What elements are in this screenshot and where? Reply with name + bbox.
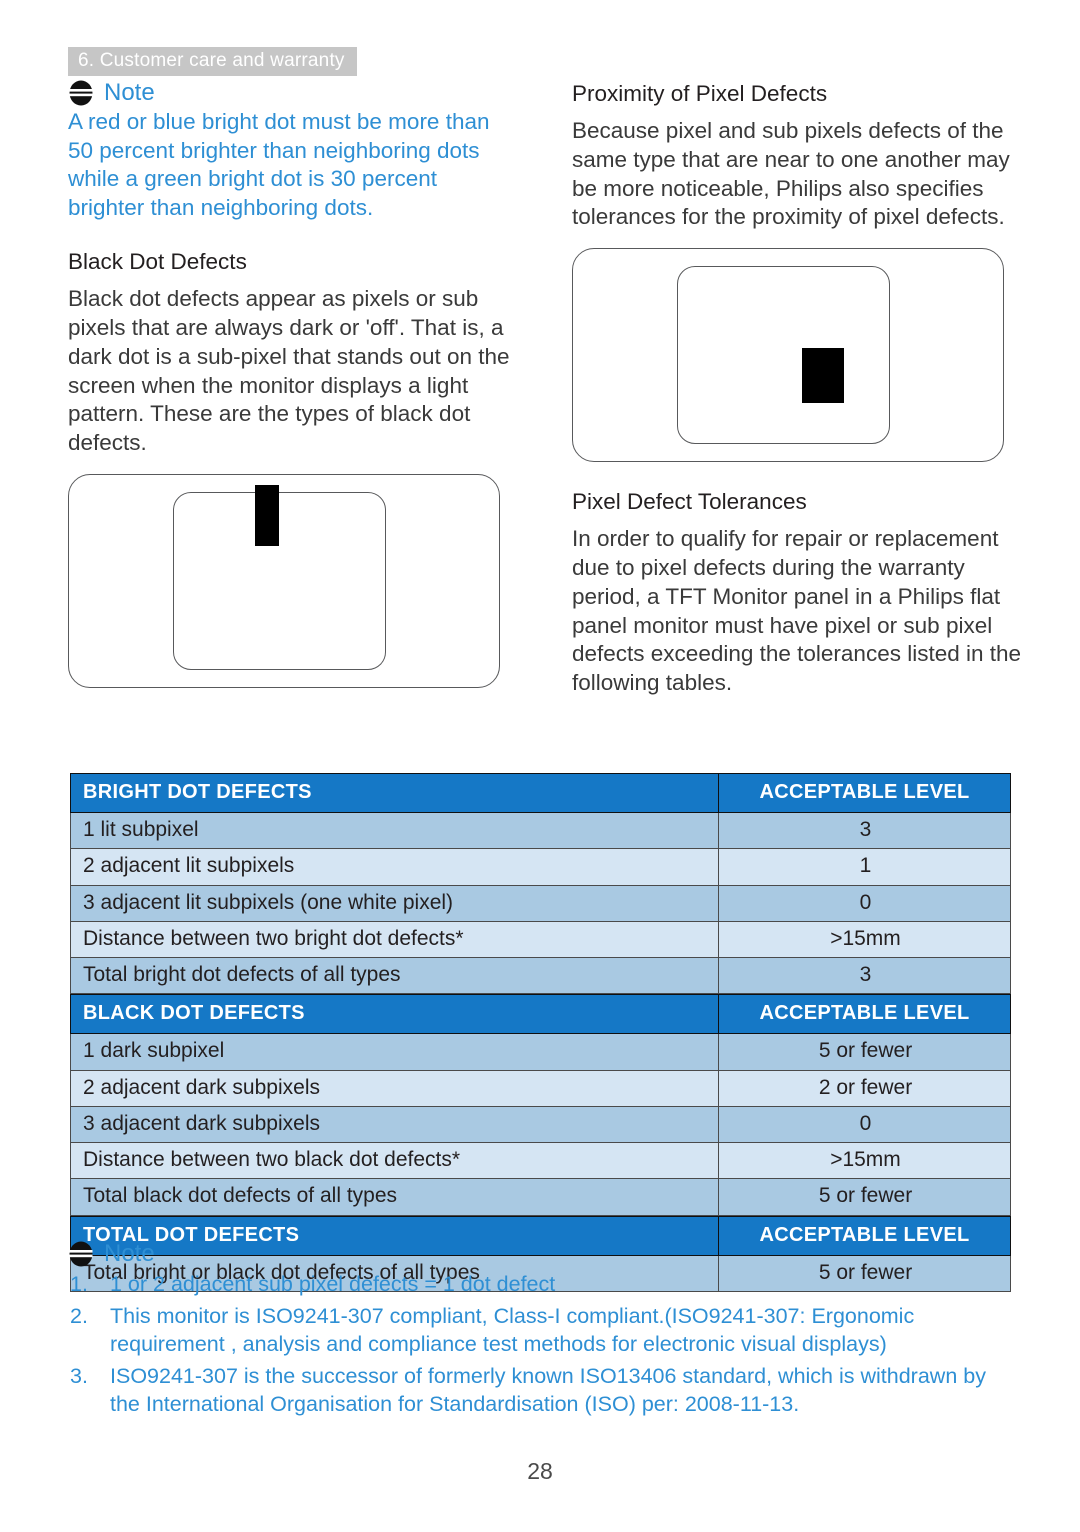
row-value: 0 <box>718 884 1011 922</box>
list-item-number: 2. <box>70 1303 88 1328</box>
row-label: 2 adjacent dark subpixels <box>70 1069 719 1107</box>
document-page: 6. Customer care and warranty Note A red… <box>0 0 1080 1532</box>
note-icon <box>69 1241 93 1267</box>
row-value: 3 <box>718 811 1011 850</box>
defect-dot-marker <box>802 348 844 404</box>
footer-note-list: 1. 1 or 2 adjacent sub pixel defects = 1… <box>68 1271 1018 1419</box>
row-label: Distance between two black dot defects* <box>70 1141 719 1180</box>
bright-dot-defects-table: BRIGHT DOT DEFECTS ACCEPTABLE LEVEL 1 li… <box>70 773 1011 995</box>
row-value: 5 or fewer <box>718 1178 1011 1216</box>
black-dot-defects-table: BLACK DOT DEFECTS ACCEPTABLE LEVEL 1 dar… <box>70 994 1011 1216</box>
table-header-category: BLACK DOT DEFECTS <box>70 994 719 1035</box>
table-row: Total bright dot defects of all types 3 <box>70 956 1011 995</box>
list-item-text: ISO9241-307 is the successor of formerly… <box>110 1363 986 1416</box>
table-header-level: ACCEPTABLE LEVEL <box>718 994 1011 1035</box>
table-row: 3 adjacent dark subpixels 0 <box>70 1105 1011 1144</box>
tolerances-heading: Pixel Defect Tolerances <box>572 489 807 515</box>
monitor-inner-screen <box>677 266 890 445</box>
page-number: 28 <box>527 1458 553 1484</box>
note-label: Note <box>104 79 155 106</box>
proximity-figure <box>572 248 1004 463</box>
right-column: Proximity of Pixel Defects Because pixel… <box>572 80 1022 698</box>
table-row: 1 lit subpixel 3 <box>70 811 1011 850</box>
list-item: 1. 1 or 2 adjacent sub pixel defects = 1… <box>68 1271 1018 1299</box>
row-label: 2 adjacent lit subpixels <box>70 848 719 886</box>
defect-dot-marker <box>255 485 279 547</box>
list-item: 2. This monitor is ISO9241-307 compliant… <box>68 1303 1018 1359</box>
defect-tolerance-tables: BRIGHT DOT DEFECTS ACCEPTABLE LEVEL 1 li… <box>70 773 1011 1292</box>
proximity-heading: Proximity of Pixel Defects <box>572 81 828 106</box>
row-label: 1 lit subpixel <box>70 811 719 850</box>
table-header-category: BRIGHT DOT DEFECTS <box>70 773 719 813</box>
note-text: A red or blue bright dot must be more th… <box>68 109 490 220</box>
row-label: 1 dark subpixel <box>70 1033 719 1071</box>
proximity-paragraph: Because pixel and sub pixels defects of … <box>572 118 1010 230</box>
row-label: Total black dot defects of all types <box>70 1178 719 1216</box>
black-dot-defects-paragraph: Black dot defects appear as pixels or su… <box>68 286 510 456</box>
list-item: 3. ISO9241-307 is the successor of forme… <box>68 1363 1018 1419</box>
list-item-number: 3. <box>70 1363 88 1388</box>
tolerances-paragraph: In order to qualify for repair or replac… <box>572 526 1022 696</box>
table-row: 1 dark subpixel 5 or fewer <box>70 1033 1011 1071</box>
footer-note-header: Note <box>68 1241 1018 1267</box>
table-row: 2 adjacent lit subpixels 1 <box>70 848 1011 886</box>
monitor-inner-screen <box>173 492 386 671</box>
table-row: Total black dot defects of all types 5 o… <box>70 1178 1011 1216</box>
footer-note-section: Note 1. 1 or 2 adjacent sub pixel defect… <box>68 1241 1018 1423</box>
table-header-row: BLACK DOT DEFECTS ACCEPTABLE LEVEL <box>70 994 1011 1035</box>
table-row: Distance between two black dot defects* … <box>70 1141 1011 1180</box>
row-label: Total bright dot defects of all types <box>70 956 719 995</box>
note-header: Note <box>68 80 518 106</box>
footer-note-label: Note <box>104 1240 155 1267</box>
row-value: 2 or fewer <box>718 1069 1011 1107</box>
row-label: 3 adjacent lit subpixels (one white pixe… <box>70 884 719 922</box>
row-value: >15mm <box>718 920 1011 959</box>
table-header-row: BRIGHT DOT DEFECTS ACCEPTABLE LEVEL <box>70 773 1011 813</box>
list-item-text: This monitor is ISO9241-307 compliant, C… <box>110 1303 915 1356</box>
table-row: 3 adjacent lit subpixels (one white pixe… <box>70 884 1011 922</box>
row-value: 1 <box>718 848 1011 886</box>
row-value: >15mm <box>718 1141 1011 1180</box>
note-icon <box>69 80 93 106</box>
table-row: Distance between two bright dot defects*… <box>70 920 1011 959</box>
row-value: 0 <box>718 1105 1011 1144</box>
left-column: Note A red or blue bright dot must be mo… <box>68 80 518 689</box>
breadcrumb: 6. Customer care and warranty <box>68 47 357 76</box>
row-value: 3 <box>718 956 1011 995</box>
black-dot-defect-figure <box>68 474 500 689</box>
table-row: 2 adjacent dark subpixels 2 or fewer <box>70 1069 1011 1107</box>
list-item-number: 1. <box>70 1272 88 1296</box>
black-dot-defects-heading: Black Dot Defects <box>68 249 247 275</box>
table-header-level: ACCEPTABLE LEVEL <box>718 773 1011 813</box>
list-item-text: 1 or 2 adjacent sub pixel defects = 1 do… <box>110 1272 556 1296</box>
row-label: 3 adjacent dark subpixels <box>70 1105 719 1144</box>
row-value: 5 or fewer <box>718 1033 1011 1071</box>
row-label: Distance between two bright dot defects* <box>70 920 719 959</box>
